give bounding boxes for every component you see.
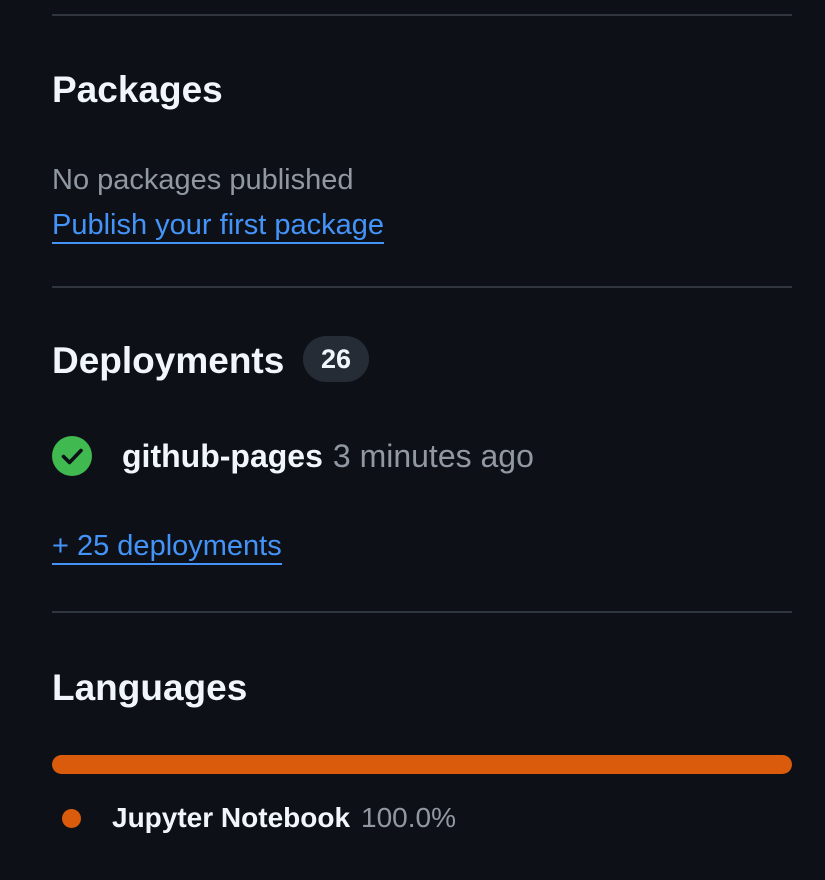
language-color-dot xyxy=(62,808,81,828)
language-item[interactable]: Jupyter Notebook 100.0% xyxy=(62,800,456,836)
repo-sidebar: Packages No packages published Publish y… xyxy=(0,0,825,880)
languages-heading: Languages xyxy=(52,667,248,708)
language-percent: 100.0% xyxy=(361,802,456,833)
check-circle-icon xyxy=(52,436,92,476)
language-bar xyxy=(52,755,792,774)
publish-package-link[interactable]: Publish your first package xyxy=(52,209,385,245)
section-divider xyxy=(52,286,792,288)
deployment-environment-link[interactable]: github-pages xyxy=(122,438,323,475)
packages-heading[interactable]: Packages xyxy=(52,71,223,108)
packages-empty-text: No packages published xyxy=(52,164,354,196)
deployments-heading[interactable]: Deployments xyxy=(52,342,284,379)
deployment-item: github-pages 3 minutes ago xyxy=(52,436,534,476)
section-divider xyxy=(52,14,792,16)
more-deployments-link[interactable]: + 25 deployments xyxy=(52,530,282,566)
section-divider xyxy=(52,611,792,613)
deployment-time: 3 minutes ago xyxy=(332,437,534,474)
language-bar-segment-jupyter-notebook xyxy=(52,755,792,774)
language-name: Jupyter Notebook xyxy=(112,802,351,833)
deployments-count-badge: 26 xyxy=(303,336,369,382)
